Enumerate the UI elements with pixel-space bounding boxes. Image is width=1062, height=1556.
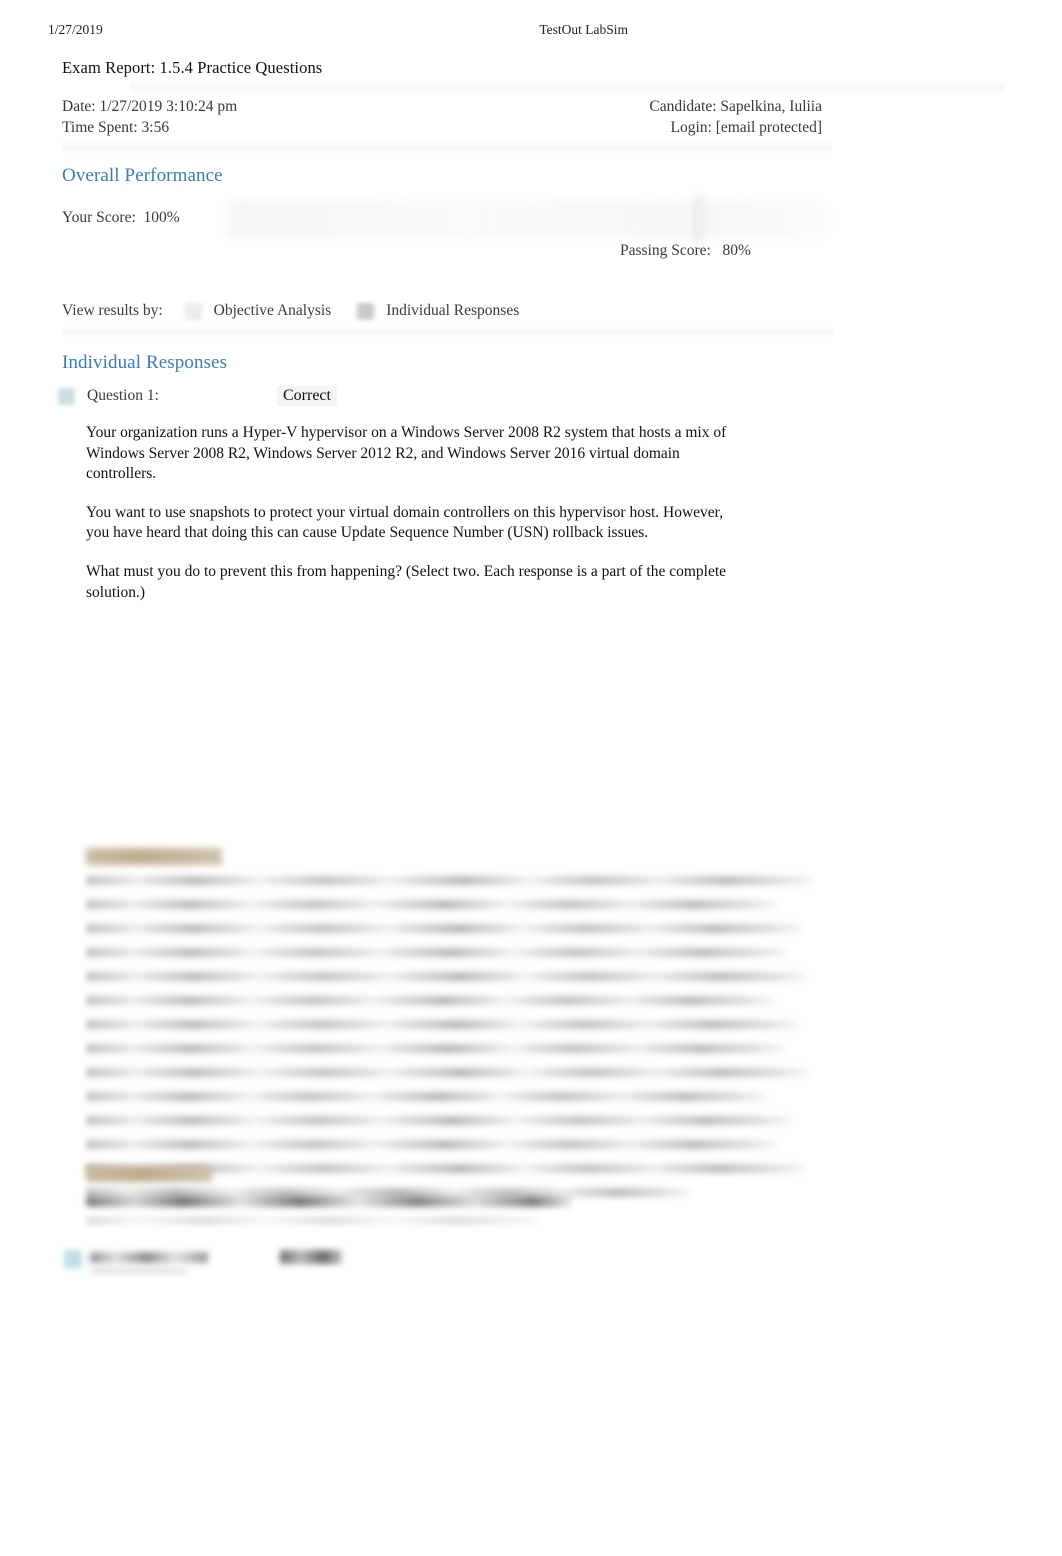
report-candidate: Candidate: Sapelkina, Iuliia: [649, 98, 822, 115]
next-question-sublabel-redacted: [90, 1268, 186, 1274]
score-progress-bar: [228, 200, 826, 238]
question-paragraph-1: Your organization runs a Hyper-V hypervi…: [86, 424, 727, 483]
view-results-label: View results by:: [62, 302, 163, 319]
passing-score-label: Passing Score:: [620, 242, 711, 259]
overall-performance-heading: Overall Performance: [62, 165, 223, 186]
next-question-status-redacted: [280, 1250, 342, 1264]
question-header-row[interactable]: Question 1: Correct: [58, 386, 337, 406]
references-heading-redacted: [86, 1166, 212, 1182]
passing-score-marker: [694, 196, 703, 242]
print-header-date: 1/27/2019: [48, 22, 103, 37]
report-meta: Date: 1/27/2019 3:10:24 pm Candidate: Sa…: [62, 96, 822, 138]
your-score-label: Your Score:: [62, 209, 136, 226]
page-title: Exam Report: 1.5.4 Practice Questions: [62, 58, 323, 77]
question-paragraph-2: You want to use snapshots to protect you…: [86, 503, 724, 542]
view-results-divider-band: [62, 325, 834, 339]
meta-divider-band: [62, 140, 832, 154]
question-status-icon: [58, 387, 75, 405]
view-results-by: View results by: Objective Analysis Indi…: [62, 302, 545, 320]
question-body: Your organization runs a Hyper-V hypervi…: [86, 423, 734, 621]
meta-row-time: Time Spent: 3:56 Login: [email protected…: [62, 117, 822, 138]
passing-score-value: 80%: [722, 242, 751, 259]
question-number-label: Question 1:: [87, 387, 159, 404]
meta-row-date: Date: 1/27/2019 3:10:24 pm Candidate: Sa…: [62, 96, 822, 117]
individual-responses-heading: Individual Responses: [62, 352, 228, 373]
print-header: 1/27/2019 TestOut LabSim: [48, 22, 1008, 38]
radio-label-objective-analysis[interactable]: Objective Analysis: [214, 302, 332, 320]
status-badge: Correct: [277, 386, 337, 406]
report-login: Login: [email protected]: [670, 119, 823, 136]
radio-individual-responses[interactable]: [357, 302, 375, 320]
passing-score-row: Passing Score: 80%: [620, 242, 751, 260]
radio-label-individual-responses[interactable]: Individual Responses: [386, 302, 519, 320]
title-divider-band: [130, 80, 1005, 94]
your-score-row: Your Score: 100%: [62, 209, 180, 227]
radio-objective-analysis[interactable]: [184, 302, 202, 320]
next-question-label-redacted: [90, 1252, 208, 1263]
question-paragraph-3: What must you do to prevent this from ha…: [86, 562, 727, 601]
print-header-app-name: TestOut LabSim: [539, 22, 628, 37]
explanation-body-redacted: [86, 876, 812, 1212]
explanation-heading-redacted: [86, 848, 222, 865]
report-time-spent: Time Spent: 3:56: [62, 119, 170, 136]
next-question-status-icon: [64, 1250, 82, 1268]
your-score-value: 100%: [143, 209, 180, 226]
references-body-redacted: [86, 1196, 586, 1234]
report-date: Date: 1/27/2019 3:10:24 pm: [62, 98, 238, 115]
exam-report-page: 1/27/2019 TestOut LabSim Exam Report: 1.…: [0, 0, 1062, 1556]
